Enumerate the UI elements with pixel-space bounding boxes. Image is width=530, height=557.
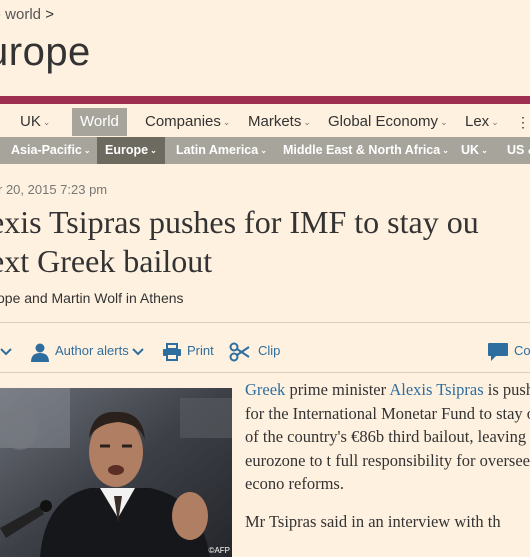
print-button[interactable]: Print bbox=[162, 338, 214, 364]
subnav-item-asia-pacific[interactable]: Asia-Pacific ⌄ bbox=[11, 137, 91, 164]
nav-item-label: UK bbox=[20, 113, 41, 130]
nav-item-markets[interactable]: Markets ⌄ bbox=[248, 108, 311, 136]
subnav-item-latin-america[interactable]: Latin America ⌄ bbox=[176, 137, 267, 164]
chevron-down-icon: ⌄ bbox=[440, 117, 448, 127]
breadcrumb-world-link[interactable]: world bbox=[5, 6, 41, 23]
link-alexis-tsipras[interactable]: Alexis Tsipras bbox=[389, 380, 483, 399]
nav-item-label: Companies bbox=[145, 113, 221, 130]
section-rule bbox=[0, 96, 530, 104]
speech-bubble-icon bbox=[487, 342, 509, 361]
comments-label: Co bbox=[514, 343, 530, 358]
article-headline: exis Tsipras pushes for IMF to stay ou ex… bbox=[0, 203, 530, 281]
primary-nav: UK ⌄ World Companies ⌄ Markets ⌄ Global Eco… bbox=[0, 108, 530, 136]
subnav-item-label: Middle East & North Africa bbox=[283, 143, 441, 157]
nav-item-global-economy[interactable]: Global Economy ⌄ bbox=[328, 108, 448, 136]
divider bbox=[0, 322, 530, 323]
nav-item-uk[interactable]: UK ⌄ bbox=[20, 108, 50, 136]
chevron-down-icon: ⌄ bbox=[481, 146, 488, 155]
link-greek[interactable]: Greek bbox=[245, 380, 285, 399]
clip-label: Clip bbox=[258, 343, 281, 358]
printer-icon bbox=[162, 342, 182, 361]
subnav-item-label: US & bbox=[507, 143, 530, 157]
chevron-down-icon: ⌄ bbox=[303, 117, 311, 127]
chevron-down-icon: ⌄ bbox=[42, 117, 51, 127]
nav-item-label: Global Economy bbox=[328, 113, 439, 130]
divider bbox=[0, 372, 530, 373]
subnav-item-uk[interactable]: UK ⌄ bbox=[461, 137, 488, 164]
subnav-item-label: Latin America bbox=[176, 143, 259, 157]
breadcrumb-arrow: > bbox=[45, 6, 54, 23]
breadcrumb: › world > bbox=[0, 6, 54, 23]
person-icon bbox=[30, 343, 50, 362]
section-title: urope bbox=[0, 30, 91, 74]
paragraph-text: prime minister bbox=[285, 380, 390, 399]
subnav-item-europe[interactable]: Europe ⌄ bbox=[97, 137, 165, 164]
article-paragraph: Greek prime minister Alexis Tsipras is p… bbox=[245, 378, 530, 496]
author-alerts-label: Author alerts bbox=[55, 343, 129, 358]
chevron-down-icon: ⌄ bbox=[260, 146, 267, 155]
subnav-item-label: UK bbox=[461, 143, 480, 157]
photo-credit: ©AFP bbox=[208, 546, 230, 555]
clip-button[interactable]: Clip bbox=[229, 338, 280, 364]
nav-item-label: Markets bbox=[248, 113, 302, 130]
headline-line: exis Tsipras pushes for IMF to stay ou bbox=[0, 204, 479, 240]
chevron-down-icon: ⌄ bbox=[83, 146, 91, 155]
chevron-down-icon[interactable] bbox=[0, 338, 12, 364]
subnav-item-us[interactable]: US & bbox=[507, 137, 530, 164]
print-label: Print bbox=[187, 343, 214, 358]
chevron-down-icon: ⌄ bbox=[222, 117, 231, 127]
nav-item-world[interactable]: World bbox=[72, 108, 127, 136]
article-body: Greek prime minister Alexis Tsipras is p… bbox=[245, 378, 530, 547]
secondary-nav: Asia-Pacific ⌄ Europe ⌄ Latin America ⌄ Mid… bbox=[0, 137, 530, 164]
nav-item-companies[interactable]: Companies ⌄ bbox=[145, 108, 230, 136]
nav-more-icon[interactable]: ⋮ bbox=[516, 108, 530, 136]
article-date: r 20, 2015 7:23 pm bbox=[0, 182, 108, 197]
subnav-item-middle-east[interactable]: Middle East & North Africa ⌄ bbox=[283, 137, 449, 164]
chevron-down-icon bbox=[132, 343, 145, 358]
article-photo: ©AFP bbox=[0, 388, 232, 557]
nav-item-label: Lex bbox=[465, 113, 490, 130]
headline-line: ext Greek bailout bbox=[0, 243, 213, 279]
author-alerts-button[interactable]: Author alerts bbox=[30, 338, 145, 364]
chevron-down-icon: ⌄ bbox=[442, 146, 449, 155]
article-byline: ope and Martin Wolf in Athens bbox=[0, 290, 184, 306]
comments-button[interactable]: Co bbox=[487, 338, 530, 364]
nav-item-lex[interactable]: Lex ⌄ bbox=[465, 108, 499, 136]
article-paragraph: Mr Tsipras said in an interview with th bbox=[245, 511, 501, 531]
article-toolbar: Author alerts Print Clip Co bbox=[0, 338, 530, 366]
chevron-down-icon: ⌄ bbox=[491, 117, 499, 127]
subnav-item-label: Europe bbox=[105, 143, 149, 157]
nav-item-label: World bbox=[80, 113, 119, 130]
scissors-icon bbox=[229, 342, 253, 362]
chevron-down-icon: ⌄ bbox=[150, 146, 157, 155]
subnav-item-label: Asia-Pacific bbox=[11, 143, 82, 157]
